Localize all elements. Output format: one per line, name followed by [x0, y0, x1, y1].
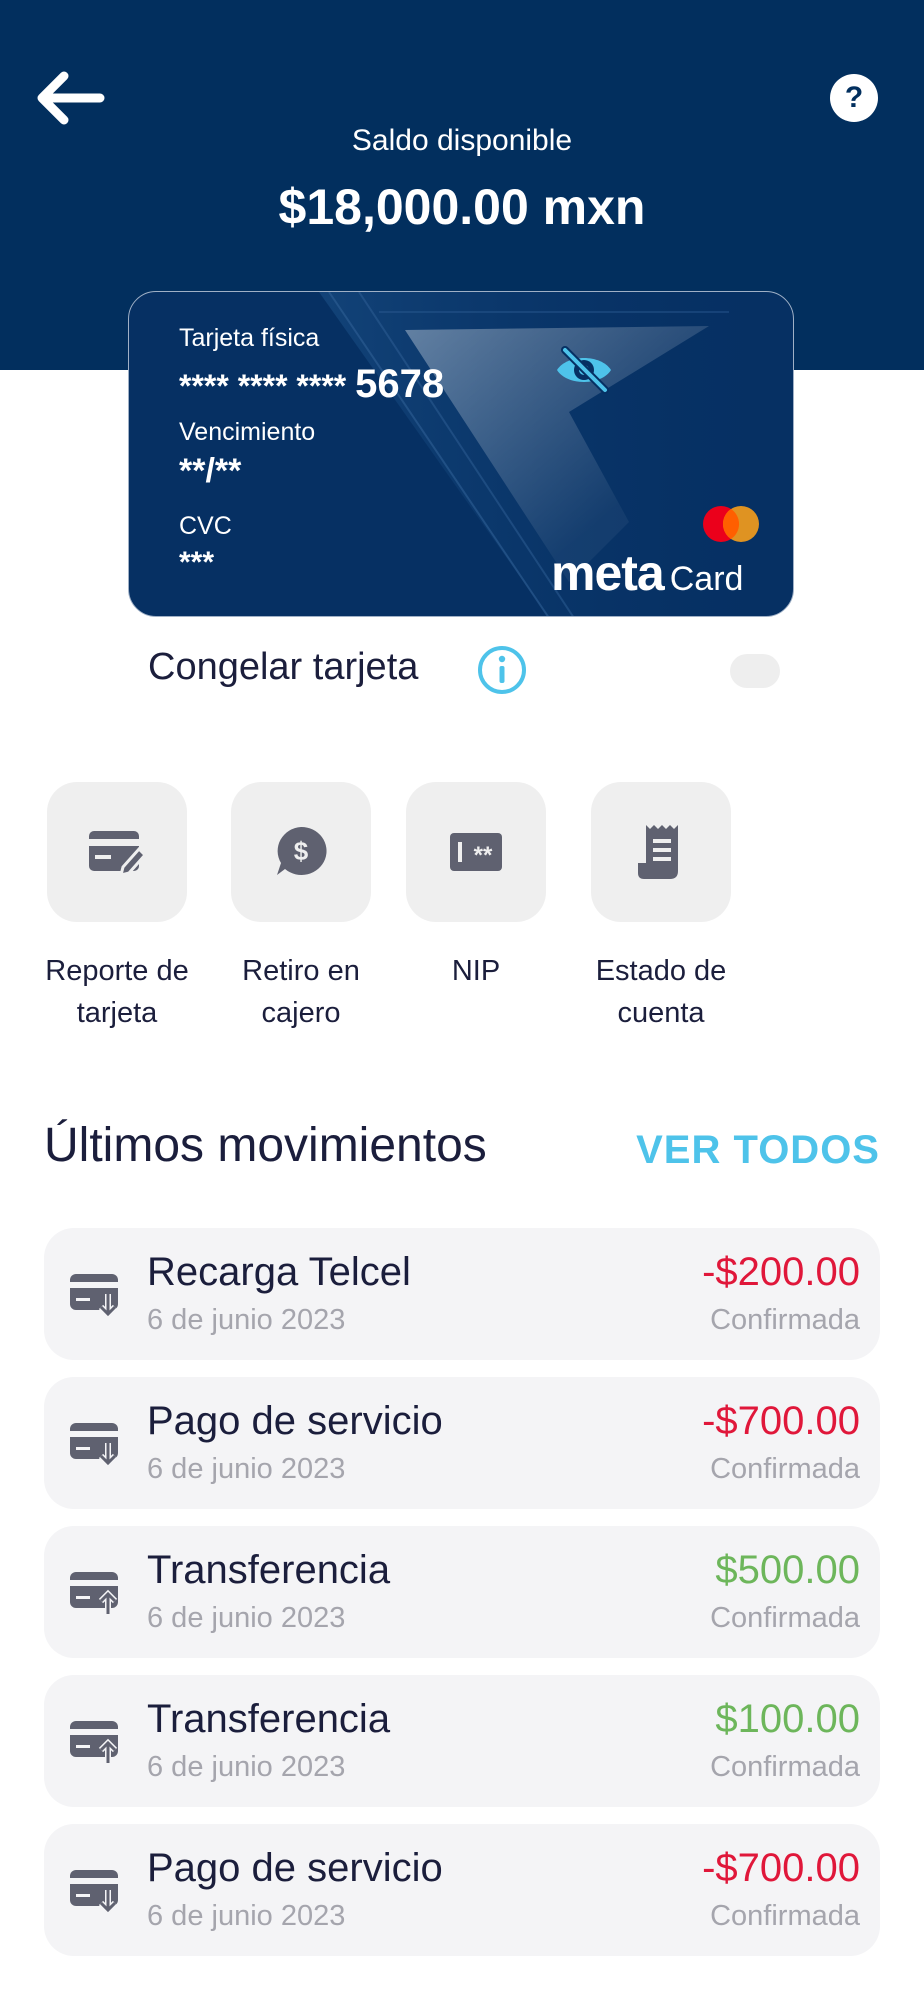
transaction-date: 6 de junio 2023 — [147, 1453, 346, 1485]
brand-name: meta — [551, 545, 665, 601]
transaction-amount: -$200.00 — [702, 1250, 860, 1294]
action-label: Retiro en cajero — [242, 955, 360, 1029]
card-number-last4: 5678 — [355, 362, 445, 406]
action-atm-withdrawal: $ Retiro en cajero — [208, 782, 394, 1034]
receipt-icon[interactable] — [591, 782, 731, 922]
transaction-status: Confirmada — [710, 1453, 860, 1485]
card-outgoing-icon — [68, 1868, 124, 1915]
mastercard-logo-icon — [699, 502, 763, 546]
transaction-row[interactable]: Pago de servicio 6 de junio 2023 -$700.0… — [44, 1824, 880, 1956]
transaction-row[interactable]: Transferencia 6 de junio 2023 $100.00 Co… — [44, 1675, 880, 1807]
expiry-label: Vencimiento — [179, 418, 316, 446]
transaction-date: 6 de junio 2023 — [147, 1751, 346, 1783]
transaction-date: 6 de junio 2023 — [147, 1304, 346, 1336]
transaction-amount: $100.00 — [715, 1697, 860, 1741]
transaction-name: Recarga Telcel — [147, 1250, 411, 1294]
brand-suffix: Card — [669, 560, 744, 598]
help-icon[interactable]: ? — [830, 74, 878, 122]
transaction-name: Transferencia — [147, 1548, 391, 1592]
transaction-status: Confirmada — [710, 1304, 860, 1336]
transaction-date: 6 de junio 2023 — [147, 1602, 346, 1634]
eye-slash-icon[interactable] — [553, 346, 615, 394]
transaction-amount: $500.00 — [715, 1548, 860, 1592]
card-type-label: Tarjeta física — [179, 324, 320, 352]
transaction-name: Pago de servicio — [147, 1399, 443, 1443]
cvc-label: CVC — [179, 512, 232, 540]
action-label: NIP — [451, 955, 501, 987]
cvc-value: *** — [179, 546, 215, 579]
balance-label: Saldo disponible — [351, 124, 573, 157]
svg-text:$: $ — [294, 836, 309, 866]
card-outgoing-icon — [68, 1272, 124, 1319]
card-incoming-icon — [68, 1570, 124, 1616]
action-card-report: Reporte de tarjeta — [24, 782, 210, 1034]
transaction-row[interactable]: Pago de servicio 6 de junio 2023 -$700.0… — [44, 1377, 880, 1509]
card-edit-icon[interactable] — [47, 782, 187, 922]
card-outgoing-icon — [68, 1421, 124, 1468]
freeze-card-row: Congelar tarjeta — [148, 640, 780, 700]
card-incoming-icon — [68, 1719, 124, 1765]
card-number-masked: **** **** **** — [179, 368, 347, 404]
svg-text:**: ** — [474, 842, 493, 869]
card-number: **** **** **** 5678 — [179, 362, 444, 407]
brand-logo: meta Card — [551, 544, 743, 602]
movements-title: Últimos movimientos — [44, 1119, 487, 1172]
action-account-statement: Estado de cuenta — [568, 782, 754, 1034]
transaction-row[interactable]: Transferencia 6 de junio 2023 $500.00 Co… — [44, 1526, 880, 1658]
transaction-status: Confirmada — [710, 1751, 860, 1783]
transaction-name: Pago de servicio — [147, 1846, 443, 1890]
balance-amount: $18,000.00 mxn — [278, 179, 646, 235]
transaction-status: Confirmada — [710, 1900, 860, 1932]
transaction-amount: -$700.00 — [702, 1846, 860, 1890]
transaction-status: Confirmada — [710, 1602, 860, 1634]
action-nip: ** NIP — [383, 782, 569, 992]
expiry-value: **/** — [179, 452, 242, 490]
action-label: Estado de cuenta — [595, 955, 727, 1029]
transaction-date: 6 de junio 2023 — [147, 1900, 346, 1932]
freeze-card-toggle[interactable] — [730, 654, 780, 688]
info-icon[interactable] — [476, 644, 528, 696]
freeze-card-label: Congelar tarjeta — [148, 646, 419, 688]
cash-bubble-icon[interactable]: $ — [231, 782, 371, 922]
action-label: Reporte de tarjeta — [45, 955, 189, 1029]
see-all-link[interactable]: VER TODOS — [636, 1128, 880, 1173]
back-arrow-icon[interactable] — [34, 68, 106, 128]
transaction-amount: -$700.00 — [702, 1399, 860, 1443]
debit-card: Tarjeta física **** **** **** 5678 Venci… — [128, 291, 794, 617]
pin-icon[interactable]: ** — [406, 782, 546, 922]
transaction-name: Transferencia — [147, 1697, 391, 1741]
transaction-row[interactable]: Recarga Telcel 6 de junio 2023 -$200.00 … — [44, 1228, 880, 1360]
